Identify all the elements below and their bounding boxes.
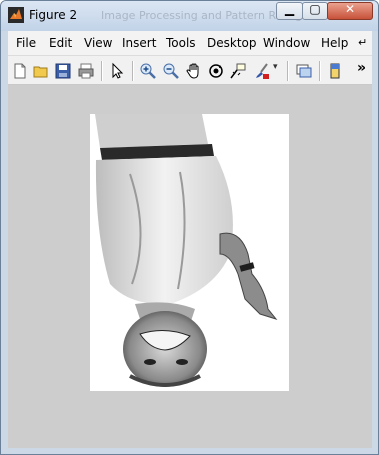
title-bar[interactable]: Figure 2 Image Processing and Pattern Re… xyxy=(1,1,378,31)
zoom-in-icon[interactable] xyxy=(139,62,157,80)
menu-help[interactable]: Help xyxy=(321,36,348,50)
toolbar-overflow-icon[interactable]: » xyxy=(357,60,366,76)
pan-hand-icon[interactable] xyxy=(185,62,203,80)
edit-plot-arrow-icon[interactable] xyxy=(108,62,126,80)
zoom-out-icon[interactable] xyxy=(162,62,180,80)
data-cursor-icon[interactable] xyxy=(229,62,247,80)
close-button[interactable]: ✕ xyxy=(327,2,373,20)
brush-dropdown-icon[interactable]: ▾ xyxy=(273,62,278,72)
image-axes[interactable] xyxy=(90,114,289,391)
menu-file[interactable]: File xyxy=(16,36,36,50)
menu-edit[interactable]: Edit xyxy=(49,36,72,50)
toolbar-separator xyxy=(132,61,134,81)
menu-window[interactable]: Window xyxy=(263,36,310,50)
brush-icon[interactable] xyxy=(253,62,271,80)
maximize-icon: ▢ xyxy=(309,2,321,16)
toolbar-separator xyxy=(101,61,103,81)
toolbar-separator xyxy=(287,61,289,81)
figure-toolbar: ▾ » xyxy=(8,55,372,85)
menu-dock-icon[interactable]: ↵ xyxy=(358,36,367,49)
menu-view[interactable]: View xyxy=(84,36,112,50)
trousers xyxy=(95,114,208,148)
menu-bar: File Edit View Insert Tools Desktop Wind… xyxy=(8,31,372,55)
menu-insert[interactable]: Insert xyxy=(122,36,156,50)
image-display xyxy=(90,114,289,391)
rotate-3d-icon[interactable] xyxy=(207,62,225,80)
close-icon: ✕ xyxy=(344,2,356,16)
link-plot-icon[interactable] xyxy=(295,62,313,80)
maximize-button[interactable]: ▢ xyxy=(302,2,328,20)
menu-desktop[interactable]: Desktop xyxy=(207,36,257,50)
matlab-icon xyxy=(8,7,24,23)
window-title: Figure 2 xyxy=(29,8,78,22)
colorbar-icon[interactable] xyxy=(326,62,344,80)
menu-tools[interactable]: Tools xyxy=(166,36,196,50)
new-figure-icon[interactable] xyxy=(11,62,29,80)
print-icon[interactable] xyxy=(77,62,95,80)
open-file-icon[interactable] xyxy=(32,62,50,80)
minimize-button[interactable]: ▁ xyxy=(276,2,303,20)
minimize-icon: ▁ xyxy=(284,2,295,16)
toolbar-separator xyxy=(319,61,321,81)
save-icon[interactable] xyxy=(54,62,72,80)
